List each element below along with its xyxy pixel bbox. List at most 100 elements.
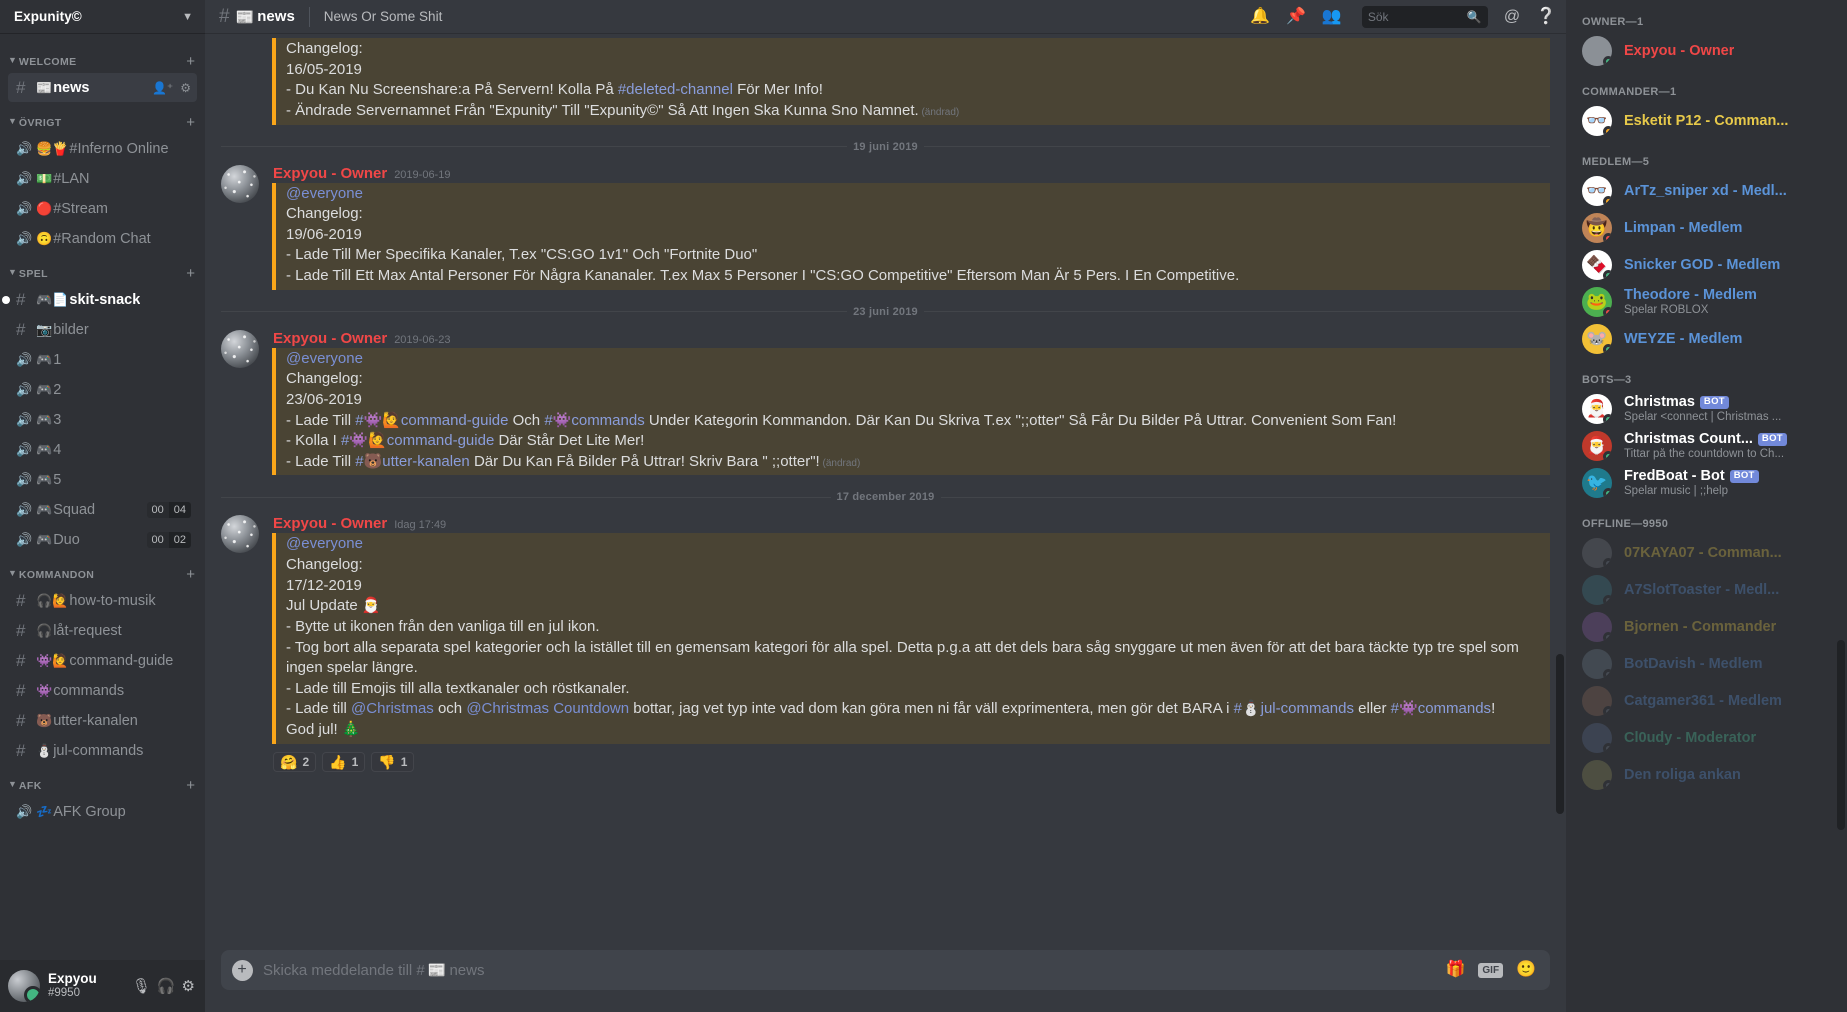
category-kommandon[interactable]: ▼ KOMMANDON + [0, 555, 205, 585]
avatar[interactable] [221, 515, 259, 554]
channel-item-duo[interactable]: 🔊 🎮 Duo 00 02 [8, 525, 197, 554]
channel-title: news [257, 8, 295, 25]
channel-item-5[interactable]: 🔊 🎮 5 [8, 465, 197, 494]
message-author[interactable]: Expyou - Owner [273, 515, 387, 532]
message-scrollbar[interactable] [1556, 654, 1564, 814]
channel-item-l-t-request[interactable]: # 🎧 låt-request [8, 616, 197, 645]
help-icon[interactable]: ❔ [1536, 8, 1556, 25]
search-input[interactable] [1367, 9, 1467, 24]
message-input[interactable]: Skicka meddelande till # 📰 news [263, 961, 1445, 980]
channel-item-inferno-online[interactable]: 🔊 🍔🍟 #Inferno Online [8, 134, 197, 163]
reaction-button[interactable]: 👎 1 [371, 751, 415, 772]
member-row[interactable]: 🐦 FredBoat - Bot BOT Spelar music | ;;help [1574, 465, 1839, 501]
channel-item-utter-kanalen[interactable]: # 🐻 utter-kanalen [8, 706, 197, 735]
member-activity: Spelar music | ;;help [1624, 484, 1728, 497]
member-row[interactable]: Den roliga ankan [1574, 757, 1839, 793]
composer-placeholder-emoji: 📰 [427, 962, 447, 979]
member-row[interactable]: Bjornen - Commander [1574, 609, 1839, 645]
channel-mention[interactable]: #⛄jul-commands [1234, 700, 1354, 717]
channel-mention[interactable]: #deleted-channel [618, 81, 733, 98]
status-badge [1603, 743, 1612, 753]
gif-button[interactable]: GIF [1478, 962, 1504, 978]
member-row[interactable]: 🐸 Theodore - Medlem Spelar ROBLOX [1574, 284, 1839, 320]
member-row[interactable]: 👓 Esketit P12 - Comman... [1574, 103, 1839, 139]
user-mention[interactable]: @Christmas Countdown [466, 700, 629, 717]
server-header[interactable]: Expunity© ▼ [0, 0, 205, 34]
channel-item-afk-group[interactable]: 🔊 💤 AFK Group [8, 797, 197, 826]
search-box[interactable]: 🔍 [1361, 5, 1488, 28]
member-row[interactable]: Cl0udy - Moderator [1574, 720, 1839, 756]
channel-mention[interactable]: #👾commands [1391, 700, 1491, 717]
member-row[interactable]: 🎅 Christmas BOT Spelar <connect | Christmas… [1574, 391, 1839, 427]
add-channel-button[interactable]: + [186, 54, 195, 69]
channel-mention[interactable]: #🐻utter-kanalen [355, 453, 470, 470]
member-row[interactable]: BotDavish - Medlem [1574, 646, 1839, 682]
add-attachment-button[interactable]: + [221, 959, 263, 981]
member-row[interactable]: A7SlotToaster - Medl... [1574, 572, 1839, 608]
bell-icon[interactable]: 🔔 [1250, 8, 1270, 25]
add-member-icon[interactable]: 👤⁺ [152, 82, 173, 94]
add-channel-button[interactable]: + [186, 567, 195, 582]
category-afk[interactable]: ▼ AFK + [0, 766, 205, 796]
channel-item-skit-snack[interactable]: # 🎮📄 skit-snack [2, 285, 197, 314]
everyone-mention[interactable]: @everyone [286, 185, 363, 202]
channel-topic: News Or Some Shit [323, 9, 443, 24]
channel-label: Squad [53, 501, 96, 518]
mentions-icon[interactable]: @ [1504, 8, 1520, 25]
category-spel[interactable]: ▼ SPEL + [0, 254, 205, 284]
channel-mention[interactable]: #👾🙋command-guide [355, 412, 508, 429]
message-line: 23/06-2019 [286, 390, 362, 408]
member-list-scrollbar[interactable] [1837, 640, 1845, 830]
channel-item-how-to-musik[interactable]: # 🎧🙋 how-to-musik [8, 586, 197, 615]
category-övrigt[interactable]: ▼ ÖVRIGT + [0, 103, 205, 133]
gear-icon[interactable]: ⚙ [182, 979, 195, 994]
members-icon[interactable]: 👥 [1322, 8, 1342, 25]
channel-mention[interactable]: #👾🙋command-guide [341, 432, 494, 449]
channel-label: jul-commands [53, 742, 144, 759]
headphones-icon[interactable]: 🎧 [157, 979, 176, 994]
gear-icon[interactable]: ⚙ [180, 82, 191, 94]
channel-item-news[interactable]: # 📰 news 👤⁺ ⚙ [8, 73, 197, 102]
member-row[interactable]: 🍫 Snicker GOD - Medlem [1574, 247, 1839, 283]
channel-item-4[interactable]: 🔊 🎮 4 [8, 435, 197, 464]
channel-item-3[interactable]: 🔊 🎮 3 [8, 405, 197, 434]
add-channel-button[interactable]: + [186, 778, 195, 793]
avatar[interactable] [8, 970, 40, 1002]
channel-item-jul-commands[interactable]: # ⛄ jul-commands [8, 736, 197, 765]
channel-item-bilder[interactable]: # 📷 bilder [8, 315, 197, 344]
pin-icon[interactable]: 📌 [1286, 8, 1306, 25]
channel-mention[interactable]: #👾commands [544, 412, 644, 429]
message-author[interactable]: Expyou - Owner [273, 330, 387, 347]
category-welcome[interactable]: ▼ WELCOME + [0, 42, 205, 72]
channel-item-2[interactable]: 🔊 🎮 2 [8, 375, 197, 404]
chevron-down-icon[interactable]: ▼ [182, 11, 193, 23]
emoji-icon[interactable]: 🙂 [1516, 962, 1536, 978]
everyone-mention[interactable]: @everyone [286, 535, 363, 552]
channel-item-command-guide[interactable]: # 👾🙋 command-guide [8, 646, 197, 675]
member-row[interactable]: 👓 ArTz_sniper xd - Medl... [1574, 173, 1839, 209]
channel-item-random-chat[interactable]: 🔊 🙃 #Random Chat [8, 224, 197, 253]
member-row[interactable]: Catgamer361 - Medlem [1574, 683, 1839, 719]
avatar[interactable] [221, 329, 259, 368]
user-mention[interactable]: @Christmas [351, 700, 434, 717]
add-channel-button[interactable]: + [186, 266, 195, 281]
member-row[interactable]: Expyou - Owner [1574, 33, 1839, 69]
message-author[interactable]: Expyou - Owner [273, 165, 387, 182]
microphone-icon[interactable]: 🎙 [132, 979, 151, 994]
member-row[interactable]: 🐭 WEYZE - Medlem [1574, 321, 1839, 357]
member-row[interactable]: 🤠 Limpan - Medlem [1574, 210, 1839, 246]
channel-item-lan[interactable]: 🔊 💵 #LAN [8, 164, 197, 193]
reaction-button[interactable]: 🤗 2 [273, 751, 317, 772]
member-row[interactable]: 🎅 Christmas Count... BOT Tittar på the coun… [1574, 428, 1839, 464]
add-channel-button[interactable]: + [186, 115, 195, 130]
channel-item-commands[interactable]: # 👾 commands [8, 676, 197, 705]
avatar[interactable] [221, 164, 259, 203]
gift-icon[interactable]: 🎁 [1445, 962, 1465, 978]
reaction-button[interactable]: 👍 1 [322, 751, 366, 772]
member-row[interactable]: 07KAYA07 - Comman... [1574, 535, 1839, 571]
speaker-icon: 🔊 [16, 412, 33, 427]
channel-item-stream[interactable]: 🔊 🔴 #Stream [8, 194, 197, 223]
channel-item-1[interactable]: 🔊 🎮 1 [8, 345, 197, 374]
everyone-mention[interactable]: @everyone [286, 350, 363, 367]
channel-item-squad[interactable]: 🔊 🎮 Squad 00 04 [8, 495, 197, 524]
